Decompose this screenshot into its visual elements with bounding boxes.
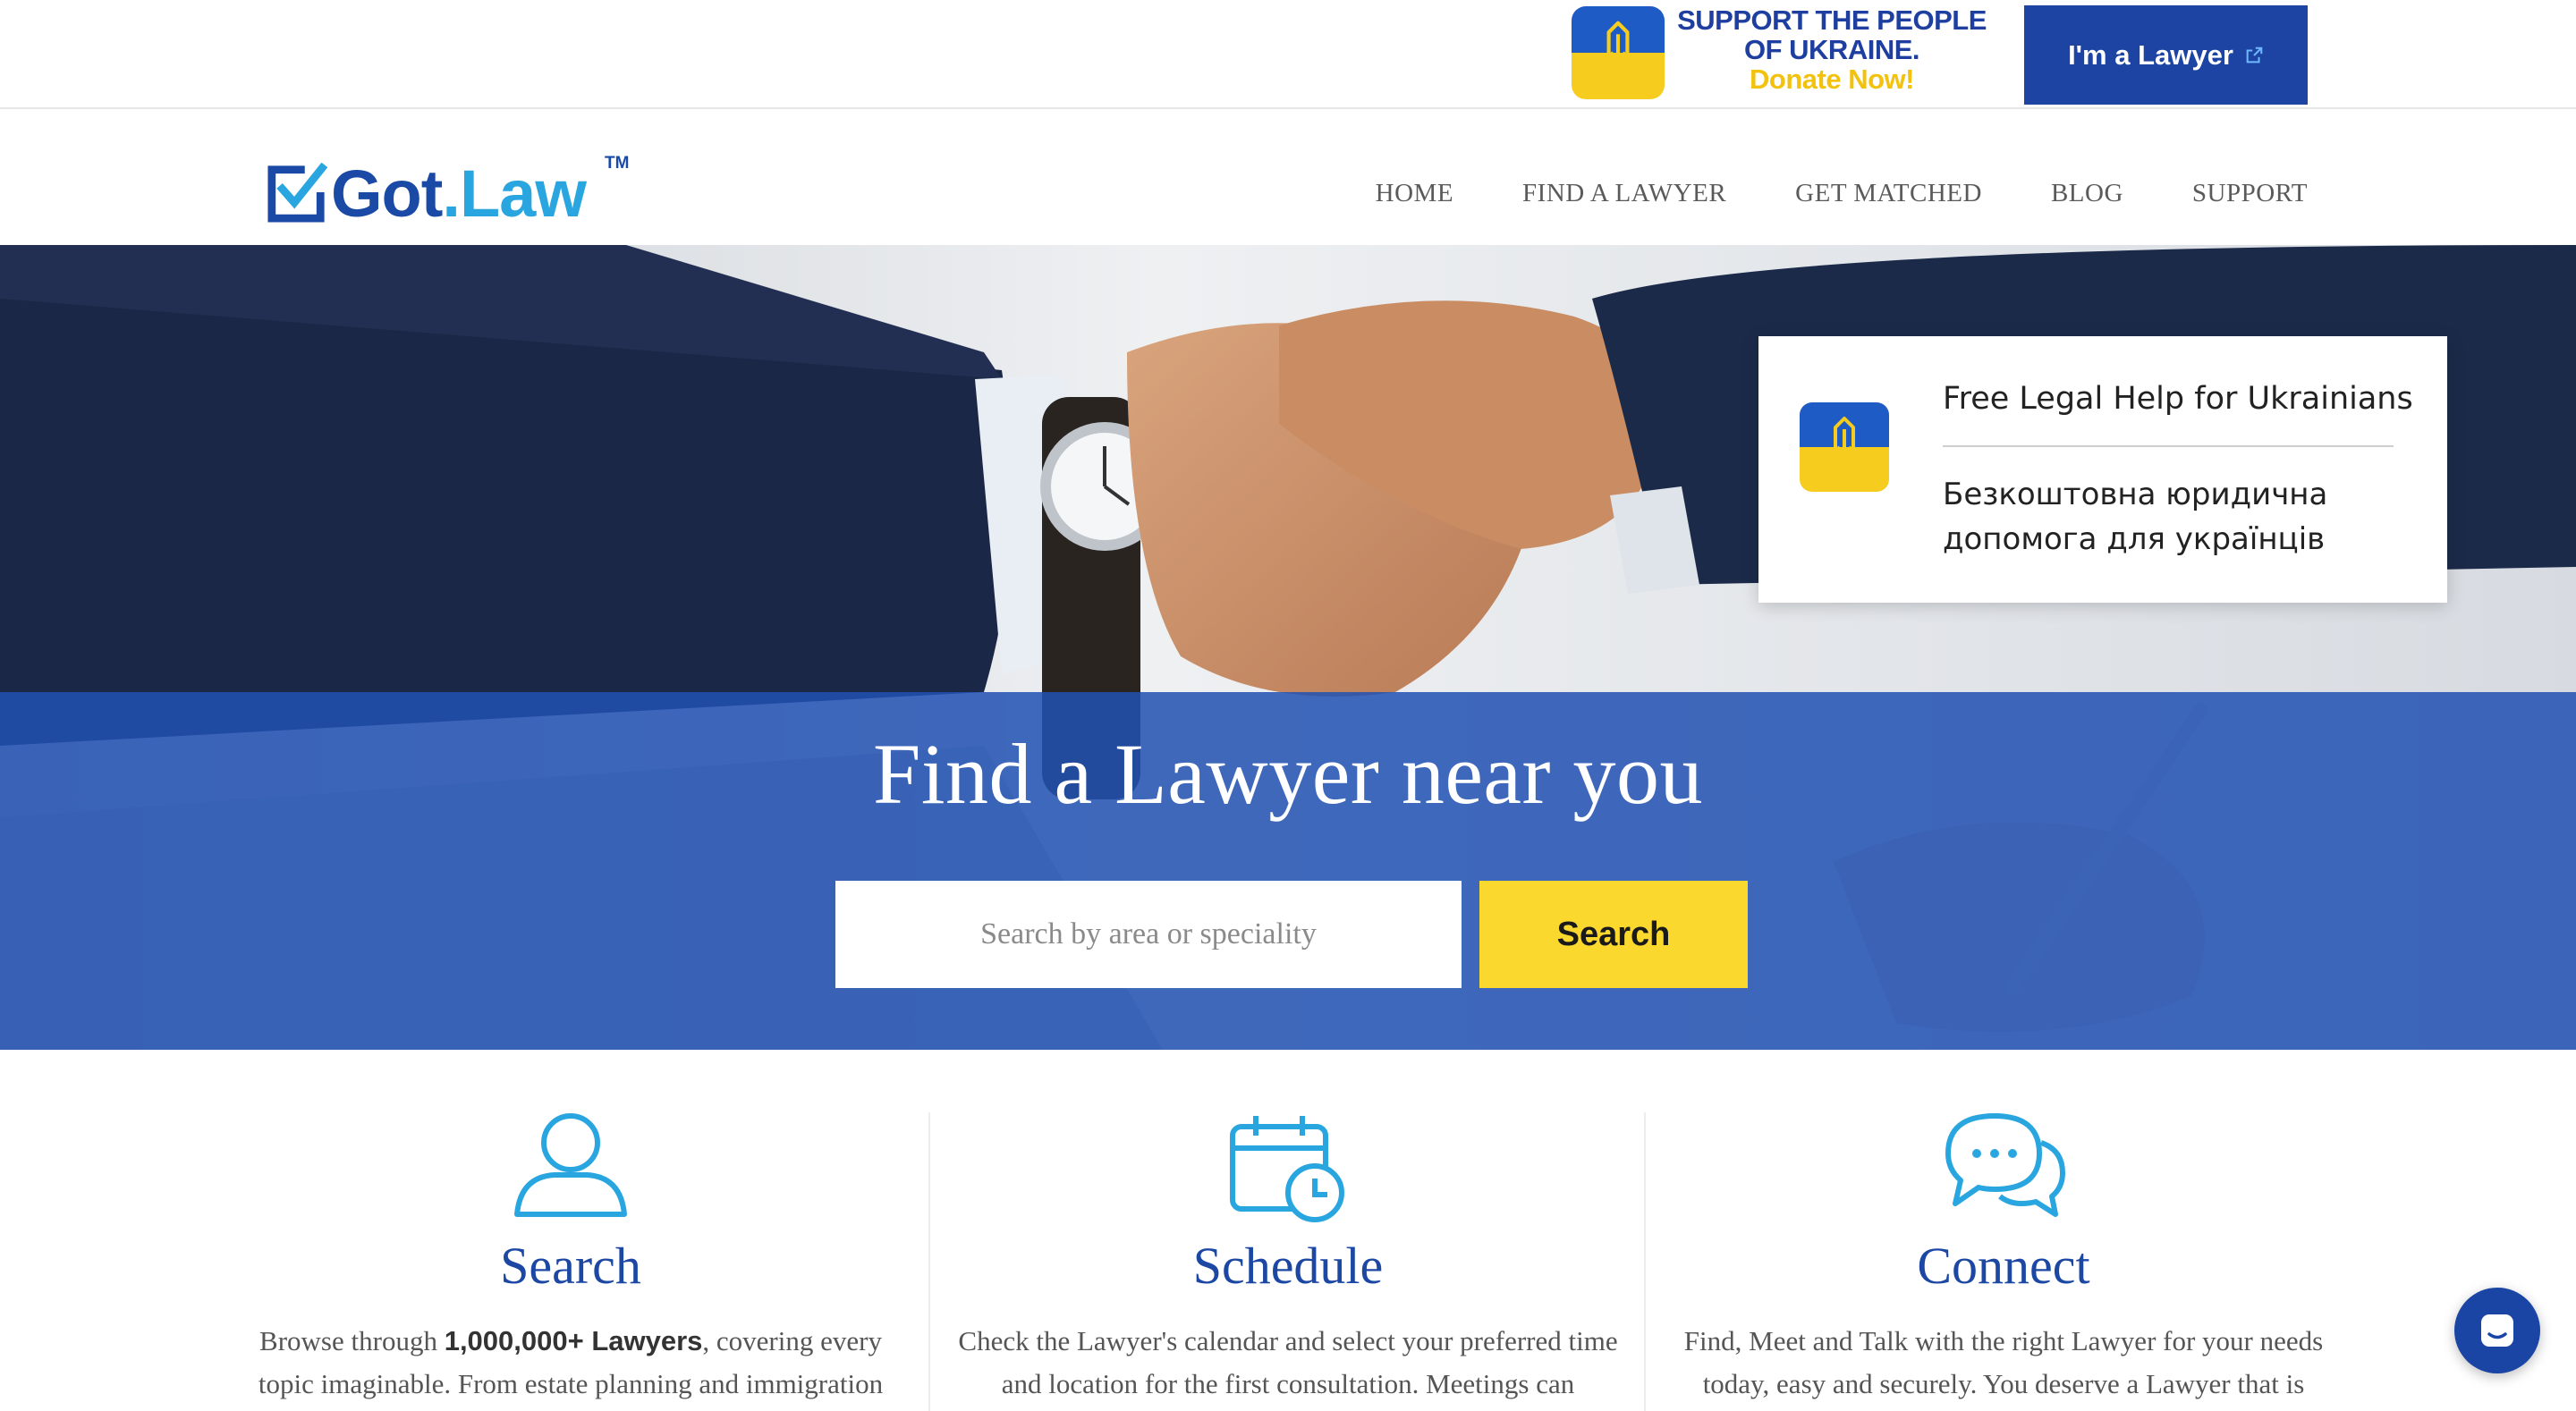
logo-got: Got [331,156,443,231]
feature-schedule: Schedule Check the Lawyer's calendar and… [928,1112,1644,1411]
card-subtitle: Безкоштовна юридична допомога для україн… [1943,477,2328,557]
logo-wordmark: Got.Law [331,161,587,227]
external-link-icon [2246,46,2263,63]
checkbox-logo-icon [267,163,327,223]
feature-body-bold: 1,000,000+ Lawyers [444,1325,703,1356]
feature-title: Connect [1917,1237,2090,1295]
search-button[interactable]: Search [1479,881,1748,988]
main-header: Got.Law TM HOME FIND A LAWYER GET MATCHE… [0,109,2576,245]
card-divider [1943,445,2394,447]
trademark-mark: TM [605,154,630,173]
support-line-1: SUPPORT THE PEOPLE [1677,4,1987,36]
chat-bubbles-icon [1945,1113,2065,1217]
nav-find-a-lawyer[interactable]: FIND A LAWYER [1522,179,1726,208]
im-a-lawyer-label: I'm a Lawyer [2068,38,2233,71]
main-nav: HOME FIND A LAWYER GET MATCHED BLOG SUPP… [1376,179,2308,208]
ukraine-flag-icon [1800,402,1889,492]
top-utility-bar: SUPPORT THE PEOPLE OF UKRAINE. Donate No… [0,0,2576,109]
nav-blog[interactable]: BLOG [2051,179,2123,208]
feature-title: Schedule [1192,1237,1384,1295]
features-section: Search Browse through 1,000,000+ Lawyers… [0,1050,2576,1411]
feature-title: Search [500,1237,641,1295]
support-ukraine-link[interactable]: SUPPORT THE PEOPLE OF UKRAINE. Donate No… [1671,5,1993,94]
live-chat-button[interactable] [2454,1288,2540,1373]
nav-home[interactable]: HOME [1376,179,1453,208]
donate-now-text: Donate Now! [1750,63,1914,95]
feature-connect: Connect Find, Meet and Talk with the rig… [1644,1112,2360,1411]
chat-icon [2481,1314,2513,1347]
search-input[interactable] [835,881,1462,988]
nav-support[interactable]: SUPPORT [2192,179,2308,208]
nav-get-matched[interactable]: GET MATCHED [1795,179,1982,208]
feature-body-prefix: Browse through [259,1325,445,1356]
free-legal-help-card[interactable]: Free Legal Help for Ukrainians Безкоштов… [1758,336,2447,603]
im-a-lawyer-button[interactable]: I'm a Lawyer [2024,5,2308,105]
feature-body: Browse through 1,000,000+ Lawyers, cover… [240,1320,902,1406]
hero-title: Find a Lawyer near you [872,726,1703,822]
feature-body: Find, Meet and Talk with the right Lawye… [1683,1325,2324,1399]
logo-law: .Law [442,156,586,231]
feature-search: Search Browse through 1,000,000+ Lawyers… [213,1050,928,1411]
user-icon [514,1113,627,1217]
ukraine-flag-icon[interactable] [1572,6,1665,99]
support-line-2: OF UKRAINE. [1744,34,1920,65]
feature-body: Check the Lawyer's calendar and select y… [958,1325,1618,1399]
card-title: Free Legal Help for Ukrainians [1943,381,2413,417]
calendar-clock-icon [1230,1116,1344,1222]
gotlaw-logo[interactable]: Got.Law TM [267,154,629,227]
